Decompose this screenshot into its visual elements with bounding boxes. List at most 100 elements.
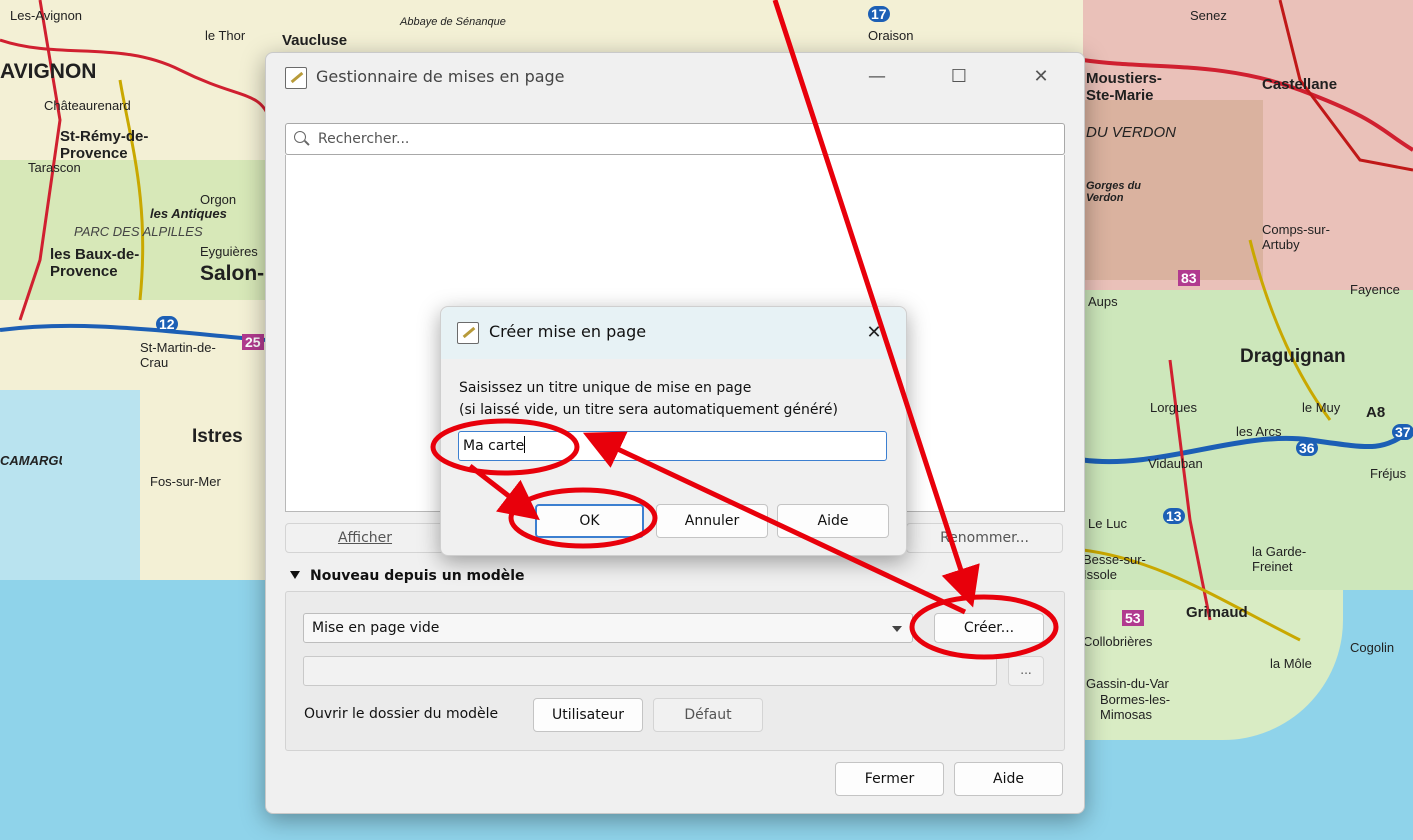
map-label: A8 (1366, 404, 1386, 421)
map-label: les Arcs (1236, 424, 1282, 439)
dialog-title: Gestionnaire de mises en page (316, 67, 565, 86)
title-bar[interactable]: Gestionnaire de mises en page — ☐ ✕ (266, 53, 1084, 101)
map-label: le Muy (1302, 400, 1341, 415)
maximize-button[interactable]: ☐ (936, 63, 982, 91)
map-badge: 25 (242, 334, 264, 350)
close-button[interactable]: ✕ (1018, 63, 1064, 91)
map-label: la Môle (1270, 656, 1312, 671)
map-badge: 83 (1178, 270, 1200, 286)
user-button-label: Utilisateur (551, 707, 624, 723)
create-button[interactable]: Créer... (934, 613, 1044, 643)
map-badge: 37 (1392, 424, 1413, 440)
map-label: PARC DES ALPILLES (74, 224, 203, 239)
new-from-template-header[interactable]: Nouveau depuis un modèle (290, 568, 525, 584)
map-label: Istres (192, 426, 243, 447)
show-button[interactable]: Afficher (285, 523, 445, 553)
open-folder-label: Ouvrir le dossier du modèle (304, 706, 499, 722)
layout-title-input[interactable]: Ma carte (458, 431, 887, 461)
sub-help-button[interactable]: Aide (777, 504, 889, 538)
collapse-triangle-icon (290, 571, 300, 579)
map-label: Grimaud (1186, 604, 1248, 621)
map-label: Fos-sur-Mer (150, 474, 221, 489)
ok-button[interactable]: OK (535, 504, 644, 538)
template-select-value: Mise en page vide (312, 620, 440, 636)
prompt-line-2: (si laissé vide, un titre sera automatiq… (459, 402, 838, 418)
help-button-label: Aide (993, 771, 1024, 787)
minimize-button[interactable]: — (854, 63, 900, 91)
map-label: Cogolin (1350, 640, 1395, 655)
layout-manager-icon (285, 67, 307, 89)
map-label: Oraison (868, 28, 914, 43)
create-layout-dialog: Créer mise en page ✕ Saisissez un titre … (440, 306, 907, 556)
map-label: Gorges du Verdon (1086, 180, 1142, 204)
map-label: Bormes-les-Mimosas (1100, 692, 1171, 722)
search-icon (294, 131, 306, 143)
map-label: Castellane (1262, 76, 1338, 93)
create-layout-icon (457, 322, 479, 344)
map-label: Abbaye de Sénanque (400, 16, 506, 28)
map-label: Le Luc (1088, 516, 1128, 531)
rename-button-label: Renommer... (940, 530, 1029, 546)
map-label: les Baux-de-Provence (50, 246, 140, 280)
cancel-button-label: Annuler (684, 513, 740, 529)
map-label: Orgon (200, 192, 237, 207)
prompt-line-1: Saisissez un titre unique de mise en pag… (459, 380, 752, 396)
cancel-button[interactable]: Annuler (656, 504, 768, 538)
template-group: Mise en page vide Créer... ... Ouvrir le… (285, 591, 1065, 751)
template-select[interactable]: Mise en page vide (303, 613, 913, 643)
close-dialog-button-label: Fermer (864, 771, 915, 787)
dropdown-arrow-icon (892, 626, 902, 632)
map-label: St-Martin-de-Crau (140, 340, 216, 370)
map-label: Châteaurenard (44, 98, 131, 113)
map-label: Besse-sur-Issole (1083, 552, 1146, 582)
rename-button[interactable]: Renommer... (906, 523, 1063, 553)
map-badge: 12 (156, 316, 178, 332)
browse-button-label: ... (1020, 663, 1032, 677)
map-label: St-Rémy-de-Provence (60, 128, 149, 162)
map-label: les Antiques (150, 206, 227, 221)
help-button[interactable]: Aide (954, 762, 1063, 796)
map-badge: 53 (1122, 610, 1144, 626)
layout-title-value: Ma carte (463, 438, 525, 454)
show-button-label: Afficher (337, 530, 393, 546)
browse-button[interactable]: ... (1008, 656, 1044, 686)
create-layout-title-bar[interactable]: Créer mise en page ✕ (441, 307, 906, 359)
default-button[interactable]: Défaut (653, 698, 763, 732)
map-label: Fayence (1350, 282, 1400, 297)
search-box[interactable] (285, 123, 1065, 155)
map-label: Vaucluse (282, 32, 348, 49)
section-title: Nouveau depuis un modèle (310, 568, 525, 584)
map-label: Moustiers-Ste-Marie (1086, 70, 1162, 104)
map-label: CAMARGUE (0, 453, 62, 468)
sub-help-button-label: Aide (817, 513, 849, 529)
user-button[interactable]: Utilisateur (533, 698, 643, 732)
map-label: Les-Avignon (10, 8, 83, 23)
map-label: Eyguières (200, 244, 258, 259)
search-input[interactable] (316, 127, 1050, 151)
map-badge: 36 (1296, 440, 1318, 456)
close-dialog-button[interactable]: Fermer (835, 762, 944, 796)
map-label: DU VERDON (1086, 124, 1177, 141)
default-button-label: Défaut (684, 707, 732, 723)
ok-button-label: OK (579, 513, 600, 529)
create-layout-title: Créer mise en page (489, 322, 647, 341)
map-label: Senez (1190, 8, 1227, 23)
create-button-label: Créer... (963, 620, 1015, 636)
template-file-field[interactable] (303, 656, 997, 686)
map-label: Draguignan (1240, 346, 1346, 367)
map-label: Fréjus (1370, 466, 1407, 481)
map-label: AVIGNON (0, 60, 97, 83)
map-label: Aups (1088, 294, 1118, 309)
map-badge: 13 (1163, 508, 1185, 524)
create-layout-close-button[interactable]: ✕ (851, 319, 897, 347)
text-caret (524, 436, 526, 453)
map-label: Comps-sur-Artuby (1262, 222, 1330, 252)
map-badge: 17 (868, 6, 890, 22)
map-label: Salon-de-Provence (200, 262, 270, 285)
map-label: Vidauban (1148, 456, 1203, 471)
map-label: Collobrières (1083, 634, 1153, 649)
map-label: la Garde-Freinet (1252, 544, 1307, 574)
map-label: Lorgues (1150, 400, 1197, 415)
map-label: le Thor (205, 28, 246, 43)
map-label: Gassin-du-Var (1086, 676, 1169, 691)
